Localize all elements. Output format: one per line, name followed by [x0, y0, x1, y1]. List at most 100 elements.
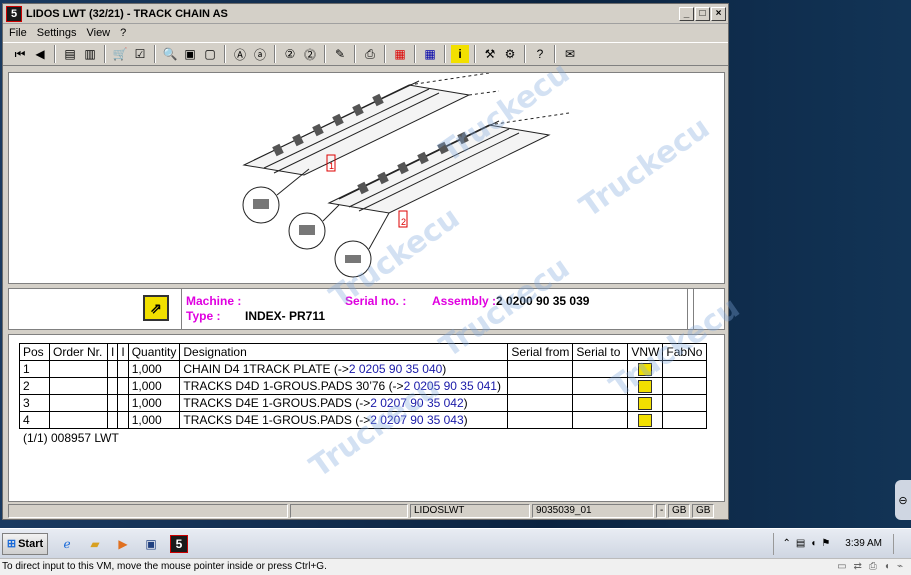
basket-icon[interactable]: 🛒: [111, 45, 129, 63]
status-pane-5: -: [656, 504, 666, 518]
col-designation[interactable]: Designation: [179, 343, 509, 361]
vm-network-icon[interactable]: ⇄: [854, 559, 862, 575]
part-link[interactable]: 2 0205 90 35 040: [349, 362, 442, 376]
doc-icon[interactable]: ▤: [61, 45, 79, 63]
serial-label: Serial no. :: [345, 294, 407, 308]
vnw-icon[interactable]: [638, 414, 653, 428]
tools-icon[interactable]: ⚒: [481, 45, 499, 63]
table-row[interactable]: 4 1,000 TRACKS D4E 1-GROUS.PADS (->2 020…: [19, 411, 708, 429]
status-pane-6: GB: [668, 504, 690, 518]
menu-file[interactable]: File: [9, 27, 27, 39]
network-icon[interactable]: ▤: [796, 538, 805, 549]
table-header: Pos Order Nr. I I Quantity Designation S…: [19, 343, 708, 361]
col-serial-from[interactable]: Serial from: [507, 343, 574, 361]
vm-sound-icon[interactable]: ◖: [884, 559, 890, 575]
col-order[interactable]: Order Nr.: [49, 343, 108, 361]
grid-blue-icon[interactable]: ▦: [421, 45, 439, 63]
drawing-label-2[interactable]: 2: [401, 217, 406, 227]
vm-device-icon[interactable]: ▭: [837, 559, 846, 575]
info-panel: ⇗ Machine : Type : INDEX- PR711 Serial n…: [8, 288, 725, 330]
page-icon[interactable]: ▣: [181, 45, 199, 63]
status-pane-3: LIDOSLWT: [410, 504, 530, 518]
col-vnw[interactable]: VNW: [627, 343, 664, 361]
col-i1[interactable]: I: [106, 343, 119, 361]
menu-help[interactable]: ?: [120, 27, 126, 39]
window-title: LIDOS LWT (32/21) - TRACK CHAIN AS: [26, 7, 228, 20]
show-desktop-button[interactable]: [893, 533, 903, 554]
machine-label: Machine :: [186, 294, 242, 308]
title-bar[interactable]: 5 LIDOS LWT (32/21) - TRACK CHAIN AS _ □…: [3, 4, 728, 24]
list-footer: (1/1) 008957 LWT: [23, 431, 119, 445]
start-button[interactable]: ⊞ Start: [2, 532, 48, 555]
table-row[interactable]: 1 1,000 CHAIN D4 1TRACK PLATE (->2 0205 …: [19, 360, 708, 378]
grid-red-icon[interactable]: ▦: [391, 45, 409, 63]
parts-list: Pos Order Nr. I I Quantity Designation S…: [8, 334, 725, 502]
vnw-icon[interactable]: [638, 380, 653, 394]
vm-message-bar: To direct input to this VM, move the mou…: [0, 558, 911, 575]
page2-icon[interactable]: ▢: [201, 45, 219, 63]
first-icon[interactable]: ⏮: [11, 45, 29, 63]
save-icon[interactable]: ▣: [142, 535, 160, 553]
edit-icon[interactable]: ✎: [331, 45, 349, 63]
part-link[interactable]: 2 0207 90 35 042: [370, 396, 463, 410]
checklist-icon[interactable]: ☑: [131, 45, 149, 63]
folder-icon[interactable]: ▰: [86, 535, 104, 553]
vm-side-tab[interactable]: ⊖: [895, 480, 911, 520]
status-pane-4: 9035039_01: [532, 504, 654, 518]
tray-chevron-icon[interactable]: ⌃: [782, 538, 790, 549]
assembly-label: Assembly :: [432, 294, 497, 308]
lidos-help-icon[interactable]: ?: [531, 45, 549, 63]
table-row[interactable]: 3 1,000 TRACKS D4E 1-GROUS.PADS (->2 020…: [19, 394, 708, 412]
navigate-icon[interactable]: ⇗: [143, 295, 169, 321]
col-pos[interactable]: Pos: [19, 343, 50, 361]
ie-icon[interactable]: ℯ: [58, 535, 76, 553]
col-qty[interactable]: Quantity: [127, 343, 181, 361]
zoom-icon[interactable]: 🔍: [161, 45, 179, 63]
col-serial-to[interactable]: Serial to: [572, 343, 629, 361]
a-icon[interactable]: Ⓐ: [231, 45, 249, 63]
vnw-icon[interactable]: [638, 397, 653, 411]
vm-message: To direct input to this VM, move the mou…: [2, 561, 327, 572]
part-link[interactable]: 2 0207 90 35 043: [370, 413, 463, 427]
doc2-icon[interactable]: ▥: [81, 45, 99, 63]
parts-table: Pos Order Nr. I I Quantity Designation S…: [19, 343, 708, 429]
menu-view[interactable]: View: [86, 27, 110, 39]
media-player-icon[interactable]: ▶: [114, 535, 132, 553]
vm-usb-icon[interactable]: ⌁: [897, 559, 903, 575]
info-icon[interactable]: i: [451, 45, 469, 63]
maximize-button[interactable]: □: [695, 6, 710, 21]
two-link-icon[interactable]: ⓶: [301, 45, 319, 63]
menu-settings[interactable]: Settings: [37, 27, 77, 39]
mail-icon[interactable]: ✉: [561, 45, 579, 63]
flag-icon[interactable]: ⚑: [821, 538, 830, 549]
vm-printer-icon[interactable]: ⎙: [869, 559, 877, 575]
toolbar: ⏮ ◀ ▤ ▥ 🛒 ☑ 🔍 ▣ ▢ Ⓐ ⓐ ② ⓶ ✎ ⎙ ▦ ▦ i ⚒ ⚙ …: [3, 42, 728, 66]
type-label: Type :: [186, 309, 221, 323]
col-fabno[interactable]: FabNo: [662, 343, 708, 361]
prev-icon[interactable]: ◀: [31, 45, 49, 63]
type-value: INDEX- PR711: [245, 309, 326, 323]
lidos-taskbar-icon[interactable]: 5: [170, 534, 188, 553]
clock[interactable]: 3:39 AM: [845, 538, 882, 549]
a-link-icon[interactable]: ⓐ: [251, 45, 269, 63]
assembly-value: 2 0200 90 35 039: [496, 294, 590, 308]
status-pane-7: GB: [692, 504, 714, 518]
minimize-button[interactable]: _: [679, 6, 694, 21]
parts-icon[interactable]: ⚙: [501, 45, 519, 63]
status-bar: LIDOSLWT 9035039_01 - GB GB: [8, 504, 725, 519]
windows-logo-icon: ⊞: [6, 538, 17, 550]
col-i2[interactable]: I: [117, 343, 129, 361]
print-icon[interactable]: ⎙: [361, 45, 379, 63]
volume-icon[interactable]: ◖: [810, 538, 816, 549]
table-row[interactable]: 2 1,000 TRACKS D4D 1-GROUS.PADS 30’76 (-…: [19, 377, 708, 395]
track-chain-diagram: 1 2: [242, 72, 570, 278]
app-window: 5 LIDOS LWT (32/21) - TRACK CHAIN AS _ □…: [2, 3, 729, 520]
parts-drawing[interactable]: 1 2: [8, 72, 725, 284]
two-icon[interactable]: ②: [281, 45, 299, 63]
part-link[interactable]: 2 0205 90 35 041: [404, 379, 497, 393]
app-logo-icon: 5: [6, 5, 22, 22]
vnw-icon[interactable]: [638, 363, 653, 377]
drawing-label-1[interactable]: 1: [329, 161, 334, 171]
taskbar: ⊞ Start ℯ ▰ ▶ ▣ 5 ⌃ ▤ ◖ ⚑ 3:39 AM: [0, 528, 911, 558]
close-button[interactable]: ×: [711, 6, 726, 21]
